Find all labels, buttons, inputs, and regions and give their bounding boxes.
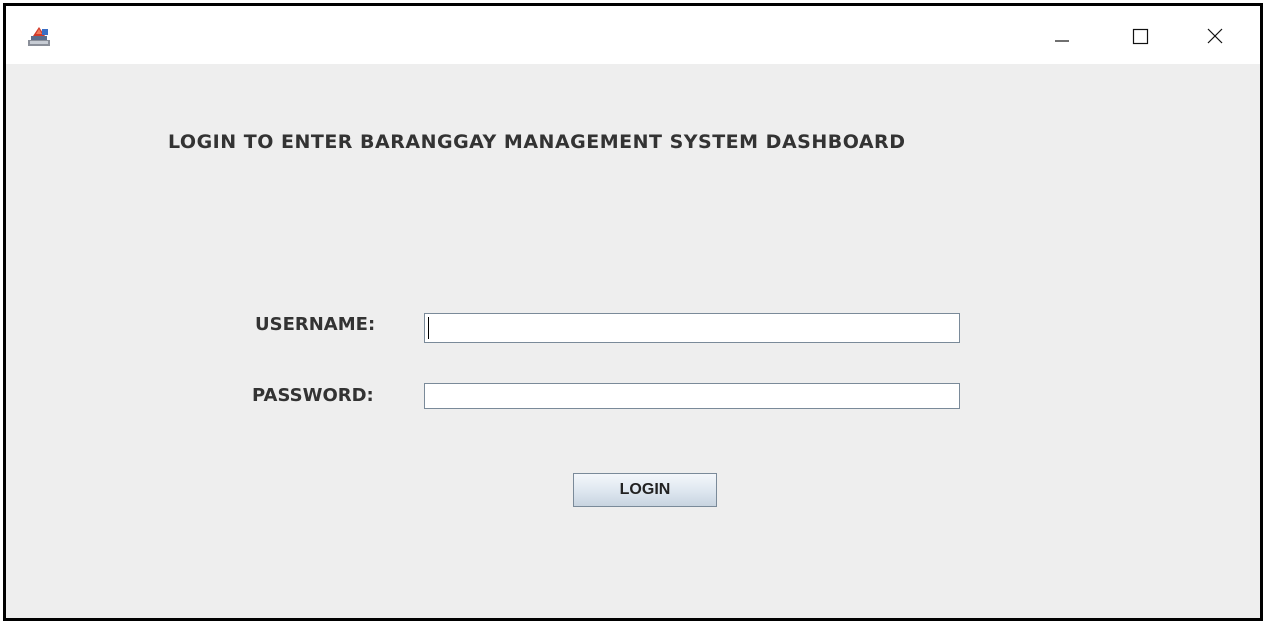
login-window: LOGIN TO ENTER BARANGGAY MANAGEMENT SYST…: [3, 3, 1263, 621]
maximize-button[interactable]: [1127, 18, 1167, 58]
login-button[interactable]: LOGIN: [573, 473, 717, 507]
close-icon: [1207, 28, 1223, 44]
login-panel: LOGIN TO ENTER BARANGGAY MANAGEMENT SYST…: [6, 64, 1260, 618]
text-cursor: [428, 317, 429, 339]
minimize-icon: [1055, 40, 1069, 42]
username-input[interactable]: [424, 313, 960, 343]
page-title: LOGIN TO ENTER BARANGGAY MANAGEMENT SYST…: [168, 131, 906, 153]
minimize-button[interactable]: [1041, 18, 1081, 58]
close-button[interactable]: [1198, 18, 1238, 58]
username-label: USERNAME:: [255, 314, 376, 335]
title-bar[interactable]: [6, 6, 1260, 64]
password-input[interactable]: [424, 383, 960, 409]
java-app-icon: [28, 26, 50, 46]
maximize-icon: [1132, 28, 1149, 45]
password-label: PASSWORD:: [252, 385, 374, 406]
